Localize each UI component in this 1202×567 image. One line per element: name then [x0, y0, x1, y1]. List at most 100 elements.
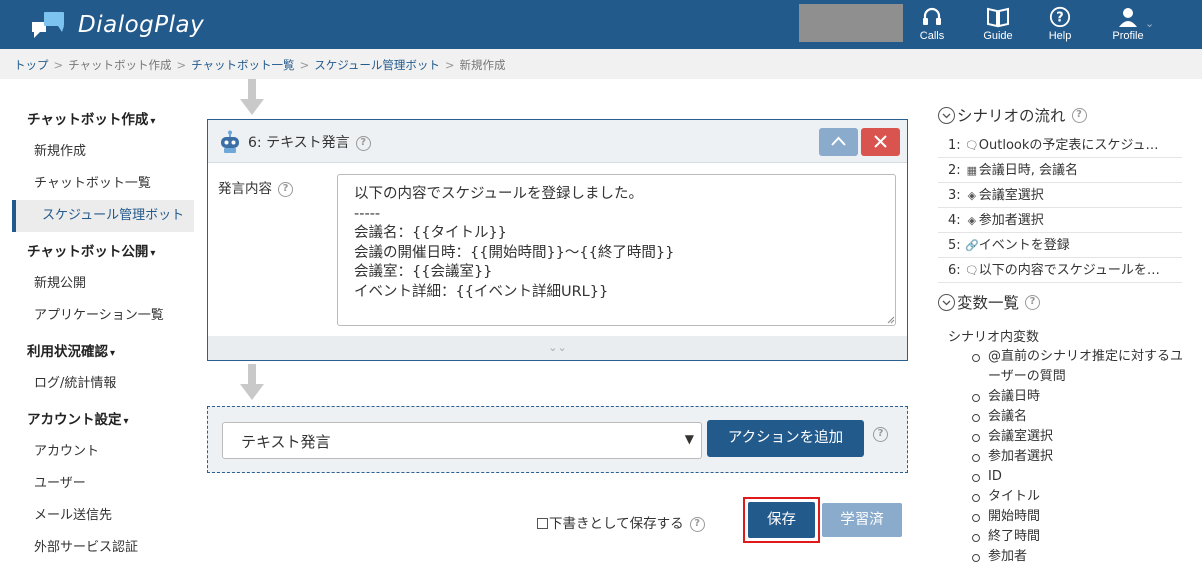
user-icon [1119, 8, 1137, 27]
sidebar-section-account[interactable]: アカウント設定 ▾ [12, 400, 194, 436]
question-icon: ? [1049, 6, 1071, 28]
flow-step-number: 2: [948, 163, 961, 178]
flow-step-text: Outlookの予定表にスケジュ… [978, 138, 1159, 153]
variable-item[interactable]: 終了時間 [972, 527, 1188, 547]
variable-item[interactable]: 会議室選択 [972, 427, 1188, 447]
scenario-flow-header[interactable]: シナリオの流れ ? [938, 104, 1188, 126]
sidebar-item-users[interactable]: ユーザー [12, 468, 194, 500]
right-panel: シナリオの流れ ? 1: 🗨Outlookの予定表にスケジュ… 2: ▦ 会議日時… [938, 104, 1188, 567]
breadcrumb-top[interactable]: トップ [14, 58, 49, 72]
headset-icon [923, 7, 941, 25]
sidebar-item-logs[interactable]: ログ/統計情報 [12, 368, 194, 400]
breadcrumb-chatbot-create: チャットボット作成 [68, 58, 172, 72]
sidebar-item-external-auth[interactable]: 外部サービス認証 [12, 532, 194, 564]
action-card-title-text: 6: テキスト発言 [248, 135, 350, 151]
variable-item[interactable]: 開始時間 [972, 507, 1188, 527]
close-icon [874, 135, 887, 148]
action-card-title: 6: テキスト発言? [248, 132, 371, 152]
variable-item[interactable]: 会議日時 [972, 387, 1188, 407]
help-icon[interactable]: ? [873, 427, 888, 442]
caret-down-icon: ▾ [150, 116, 156, 127]
help-icon[interactable]: ? [278, 181, 293, 197]
sidebar-section-create[interactable]: チャットボット作成 ▾ [12, 100, 194, 136]
help-icon[interactable]: ? [355, 135, 371, 151]
field-label-text: 発言内容 [218, 181, 272, 197]
flow-step[interactable]: 3: ◈ 会議室選択 [938, 183, 1182, 208]
flow-step[interactable]: 6: 🗨以下の内容でスケジュールを… [938, 258, 1182, 283]
action-card-header: 6: テキスト発言? [208, 120, 907, 163]
nav-calls[interactable]: Calls [902, 6, 962, 42]
sidebar-section-usage[interactable]: 利用状況確認 ▾ [12, 332, 194, 368]
help-icon[interactable]: ? [1071, 107, 1087, 123]
resize-handle-icon[interactable] [887, 316, 895, 324]
flow-step-number: 1: [948, 138, 961, 153]
chevron-up-icon [831, 136, 846, 146]
sidebar-item-account[interactable]: アカウント [12, 436, 194, 468]
nav-guide[interactable]: Guide [968, 6, 1028, 42]
help-icon[interactable]: ? [1025, 294, 1041, 310]
double-chevron-down-icon: ⌄⌄ [548, 341, 567, 354]
chevron-circle-down-icon [938, 293, 955, 311]
save-button[interactable]: 保存 [748, 502, 815, 538]
expand-bar[interactable]: ⌄⌄ [208, 336, 907, 360]
variables-header[interactable]: 変数一覧 ? [938, 291, 1188, 313]
flow-step[interactable]: 5: 🔗イベントを登録 [938, 233, 1182, 258]
action-type-value: テキスト発言 [241, 433, 331, 451]
draft-checkbox[interactable] [537, 518, 548, 529]
organization-placeholder [799, 4, 903, 42]
flow-step[interactable]: 1: 🗨Outlookの予定表にスケジュ… [938, 133, 1182, 158]
flow-step[interactable]: 4: ◈ 参加者選択 [938, 208, 1182, 233]
flow-step-number: 5: [948, 238, 961, 253]
robot-icon [221, 130, 239, 153]
variable-item[interactable]: 会議名 [972, 407, 1188, 427]
variable-item[interactable]: タイトル [972, 487, 1188, 507]
collapse-button[interactable] [819, 128, 858, 156]
app-logo[interactable]: DialogPlay [30, 10, 204, 40]
sidebar-item-chatbot-list[interactable]: チャットボット一覧 [12, 168, 194, 200]
calendar-icon: ▦ [966, 164, 977, 177]
sidebar-item-new[interactable]: 新規作成 [12, 136, 194, 168]
sidebar-item-mail[interactable]: メール送信先 [12, 500, 194, 532]
variable-item[interactable]: ID [972, 467, 1188, 487]
select-icon: ◈ [967, 214, 977, 227]
variable-item[interactable]: @直前のシナリオ推定に対するユーザーの質問 [972, 347, 1188, 387]
breadcrumb-schedule-bot[interactable]: スケジュール管理ボット [314, 58, 440, 72]
delete-button[interactable] [861, 128, 900, 156]
flow-step-number: 6: [948, 263, 961, 278]
flow-step-text: 会議室選択 [978, 188, 1044, 203]
add-action-panel: テキスト発言 ▼ アクションを追加 ? [207, 406, 908, 473]
sidebar-section-publish[interactable]: チャットボット公開 ▾ [12, 232, 194, 268]
variable-item[interactable]: 参加者選択 [972, 447, 1188, 467]
link-icon: 🔗 [964, 239, 979, 252]
scenario-flow-list: 1: 🗨Outlookの予定表にスケジュ… 2: ▦ 会議日時, 会議名 3: ◈… [938, 133, 1188, 283]
draft-label[interactable]: 下書きとして保存する [549, 516, 684, 532]
flow-arrow-icon [240, 364, 264, 400]
sidebar-section-label: 利用状況確認 [27, 344, 108, 360]
variables-list: @直前のシナリオ推定に対するユーザーの質問 会議日時 会議名 会議室選択 参加者… [972, 347, 1188, 567]
chat-bubble-icon: 🗨 [964, 139, 979, 152]
message-textarea[interactable]: 以下の内容でスケジュールを登録しました。 ----- 会議名：{{タイトル}} … [337, 174, 896, 326]
add-action-button[interactable]: アクションを追加 [707, 420, 864, 457]
chevron-down-icon[interactable]: ⌄ [1145, 17, 1154, 30]
top-navbar: DialogPlay Calls Guide ? Help Profile ⌄ [0, 0, 1202, 49]
breadcrumb-chatbot-list[interactable]: チャットボット一覧 [191, 58, 294, 72]
help-icon[interactable]: ? [689, 516, 705, 532]
sidebar-item-app-list[interactable]: アプリケーション一覧 [12, 300, 194, 332]
nav-help[interactable]: ? Help [1030, 6, 1090, 42]
breadcrumb-separator: > [53, 58, 64, 72]
sidebar-item-new-publish[interactable]: 新規公開 [12, 268, 194, 300]
flow-step[interactable]: 2: ▦ 会議日時, 会議名 [938, 158, 1182, 183]
sidebar-item-schedule-bot[interactable]: スケジュール管理ボット [12, 200, 194, 232]
action-type-select[interactable]: テキスト発言 ▼ [222, 422, 702, 459]
flow-step-number: 4: [948, 213, 961, 228]
sidebar-section-label: チャットボット作成 [27, 112, 149, 128]
learned-button[interactable]: 学習済 [822, 503, 902, 537]
flow-step-number: 3: [948, 188, 961, 203]
flow-step-text: 会議日時, 会議名 [978, 163, 1079, 178]
variable-item[interactable]: 参加者 [972, 547, 1188, 567]
nav-calls-label: Calls [919, 30, 945, 42]
chat-logo-icon [32, 12, 64, 38]
caret-down-icon: ▾ [123, 416, 129, 427]
sidebar-section-label: アカウント設定 [27, 412, 122, 428]
nav-help-label: Help [1048, 30, 1072, 42]
